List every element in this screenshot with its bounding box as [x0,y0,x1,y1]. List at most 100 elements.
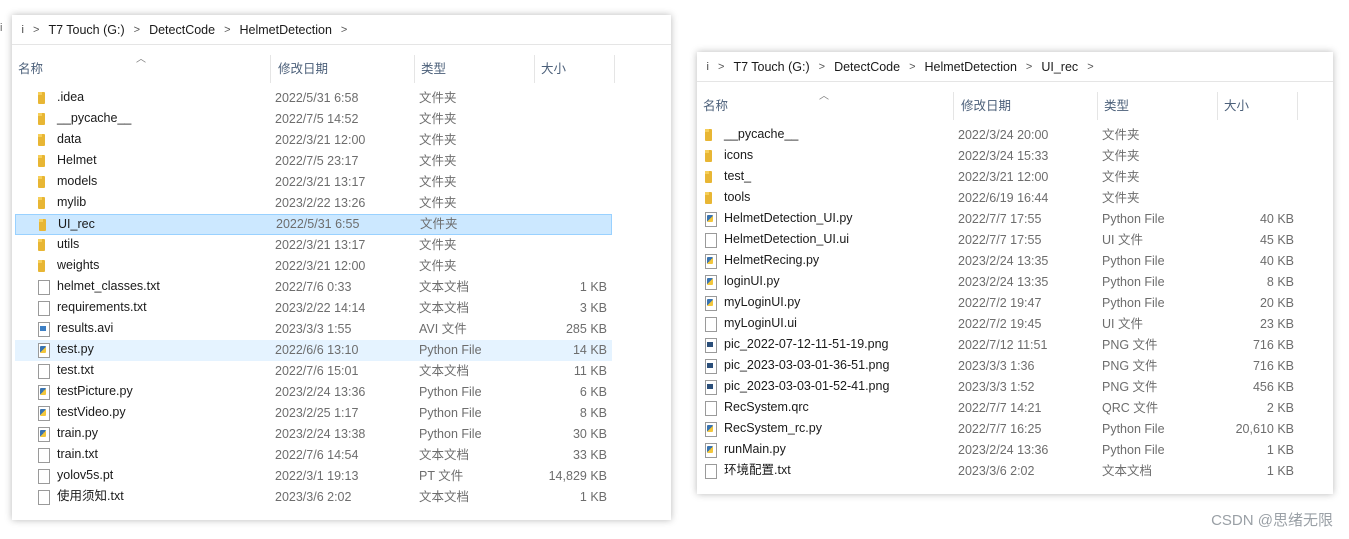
chevron-right-icon[interactable]: > [341,24,347,36]
file-size: 1 KB [579,280,607,294]
file-row[interactable]: RecSystem.qrc 2022/7/7 14:21 QRC 文件 2 KB [700,398,1297,419]
file-row[interactable]: HelmetDetection_UI.py 2022/7/7 17:55 Pytho… [700,209,1297,230]
file-row[interactable]: testVideo.py 2023/2/25 1:17 Python File 8 K… [15,403,612,424]
file-date: 2023/2/25 1:17 [275,406,359,420]
file-row[interactable]: models 2022/3/21 13:17 文件夹 [15,172,612,193]
file-row[interactable]: tools 2022/6/19 16:44 文件夹 [700,188,1297,209]
file-date: 2023/2/22 14:14 [275,301,366,315]
breadcrumb-item[interactable]: T7 Touch (G:) [48,23,124,37]
file-row[interactable]: utils 2022/3/21 13:17 文件夹 [15,235,612,256]
file-row[interactable]: __pycache__ 2022/3/24 20:00 文件夹 [700,125,1297,146]
file-date: 2022/3/1 19:13 [275,469,359,483]
column-header-type[interactable]: 类型 [1098,92,1218,120]
file-size: 3 KB [579,301,607,315]
python-file-icon [702,253,718,269]
file-name-cell: test.py [35,340,267,359]
file-row[interactable]: HelmetRecing.py 2023/2/24 13:35 Python Fil… [700,251,1297,272]
column-header-name[interactable]: 名称 [697,92,954,120]
file-date: 2022/7/6 0:33 [275,280,352,294]
file-row[interactable]: helmet_classes.txt 2022/7/6 0:33 文本文档 1 KB [15,277,612,298]
file-row[interactable]: results.avi 2023/3/3 1:55 AVI 文件 285 KB [15,319,612,340]
folder-icon [702,190,718,206]
file-date: 2022/5/31 6:58 [275,91,359,105]
image-file-icon [702,337,718,353]
file-date: 2022/3/21 12:00 [958,170,1049,184]
file-size: 716 KB [1252,338,1294,352]
file-date: 2022/7/5 14:52 [275,112,359,126]
breadcrumb-item[interactable]: HelmetDetection [925,60,1017,74]
file-size: 20 KB [1259,296,1294,310]
chevron-right-icon[interactable]: > [718,61,724,73]
column-header-date[interactable]: 修改日期 [955,92,1098,120]
file-name-cell: myLoginUI.ui [702,314,950,333]
file-row[interactable]: .idea 2022/5/31 6:58 文件夹 [15,88,612,109]
file-name: testVideo.py [57,405,126,419]
file-row[interactable]: train.py 2023/2/24 13:38 Python File 30 KB [15,424,612,445]
breadcrumb-item[interactable]: T7 Touch (G:) [733,60,809,74]
file-row[interactable]: test.txt 2022/7/6 15:01 文本文档 11 KB [15,361,612,382]
file-row[interactable]: myLoginUI.ui 2022/7/2 19:45 UI 文件 23 KB [700,314,1297,335]
file-row[interactable]: yolov5s.pt 2022/3/1 19:13 PT 文件 14,829 KB [15,466,612,487]
file-date: 2022/3/21 12:00 [275,133,366,147]
file-name-cell: yolov5s.pt [35,466,267,485]
python-file-icon [35,426,51,442]
chevron-right-icon[interactable]: > [1026,61,1032,73]
folder-icon [35,195,51,211]
file-name-cell: testVideo.py [35,403,267,422]
file-row[interactable]: 使用须知.txt 2023/3/6 2:02 文本文档 1 KB [15,487,612,508]
column-header-type[interactable]: 类型 [415,55,535,83]
file-date: 2023/2/24 13:35 [958,254,1049,268]
file-row[interactable]: loginUI.py 2023/2/24 13:35 Python File 8 KB [700,272,1297,293]
chevron-right-icon[interactable]: > [134,24,140,36]
breadcrumb-item[interactable]: DetectCode [149,23,215,37]
file-size: 285 KB [565,322,607,336]
column-header-size[interactable]: 大小 [535,55,615,83]
file-row[interactable]: requirements.txt 2023/2/22 14:14 文本文档 3 KB [15,298,612,319]
file-date: 2022/7/7 17:55 [958,233,1042,247]
folder-icon [35,111,51,127]
column-header-date[interactable]: 修改日期 [272,55,415,83]
file-row[interactable]: pic_2023-03-03-01-36-51.png 2023/3/3 1:36… [700,356,1297,377]
file-name-cell: train.py [35,424,267,443]
file-row[interactable]: RecSystem_rc.py 2022/7/7 16:25 Python File… [700,419,1297,440]
file-type: 文件夹 [419,238,457,252]
file-row[interactable]: myLoginUI.py 2022/7/2 19:47 Python File 20 … [700,293,1297,314]
file-row[interactable]: icons 2022/3/24 15:33 文件夹 [700,146,1297,167]
file-row[interactable]: UI_rec 2022/5/31 6:55 文件夹 [15,214,612,235]
file-name: .idea [57,90,85,104]
file-name-cell: RecSystem_rc.py [702,419,950,438]
file-size: 40 KB [1259,212,1294,226]
python-file-icon [702,421,718,437]
file-row[interactable]: Helmet 2022/7/5 23:17 文件夹 [15,151,612,172]
python-file-icon [702,442,718,458]
file-row[interactable]: mylib 2023/2/22 13:26 文件夹 [15,193,612,214]
file-row[interactable]: weights 2022/3/21 12:00 文件夹 [15,256,612,277]
file-row[interactable]: data 2022/3/21 12:00 文件夹 [15,130,612,151]
file-row[interactable]: 环境配置.txt 2023/3/6 2:02 文本文档 1 KB [700,461,1297,482]
file-row[interactable]: pic_2023-03-03-01-52-41.png 2023/3/3 1:52… [700,377,1297,398]
column-header-size[interactable]: 大小 [1218,92,1298,120]
chevron-right-icon[interactable]: > [1087,61,1093,73]
file-row[interactable]: train.txt 2022/7/6 14:54 文本文档 33 KB [15,445,612,466]
breadcrumb-item[interactable]: UI_rec [1041,60,1078,74]
python-file-icon [35,384,51,400]
file-row[interactable]: HelmetDetection_UI.ui 2022/7/7 17:55 UI 文件… [700,230,1297,251]
left-explorer-window: i > T7 Touch (G:) > DetectCode > HelmetD… [12,15,671,520]
file-row[interactable]: pic_2022-07-12-11-51-19.png 2022/7/12 11:… [700,335,1297,356]
chevron-right-icon[interactable]: > [819,61,825,73]
file-row[interactable]: test.py 2022/6/6 13:10 Python File 14 KB [15,340,612,361]
breadcrumb-item[interactable]: HelmetDetection [240,23,332,37]
chevron-right-icon[interactable]: > [33,24,39,36]
file-row[interactable]: test_ 2022/3/21 12:00 文件夹 [700,167,1297,188]
file-row[interactable]: __pycache__ 2022/7/5 14:52 文件夹 [15,109,612,130]
chevron-right-icon[interactable]: > [224,24,230,36]
chevron-right-icon[interactable]: > [909,61,915,73]
file-type: 文件夹 [419,112,457,126]
breadcrumb-item[interactable]: DetectCode [834,60,900,74]
file-row[interactable]: runMain.py 2023/2/24 13:36 Python File 1 KB [700,440,1297,461]
file-type: 文件夹 [419,259,457,273]
file-size: 14 KB [572,343,607,357]
file-row[interactable]: testPicture.py 2023/2/24 13:36 Python File… [15,382,612,403]
column-header-name[interactable]: 名称 [12,55,271,83]
file-name: data [57,132,82,146]
